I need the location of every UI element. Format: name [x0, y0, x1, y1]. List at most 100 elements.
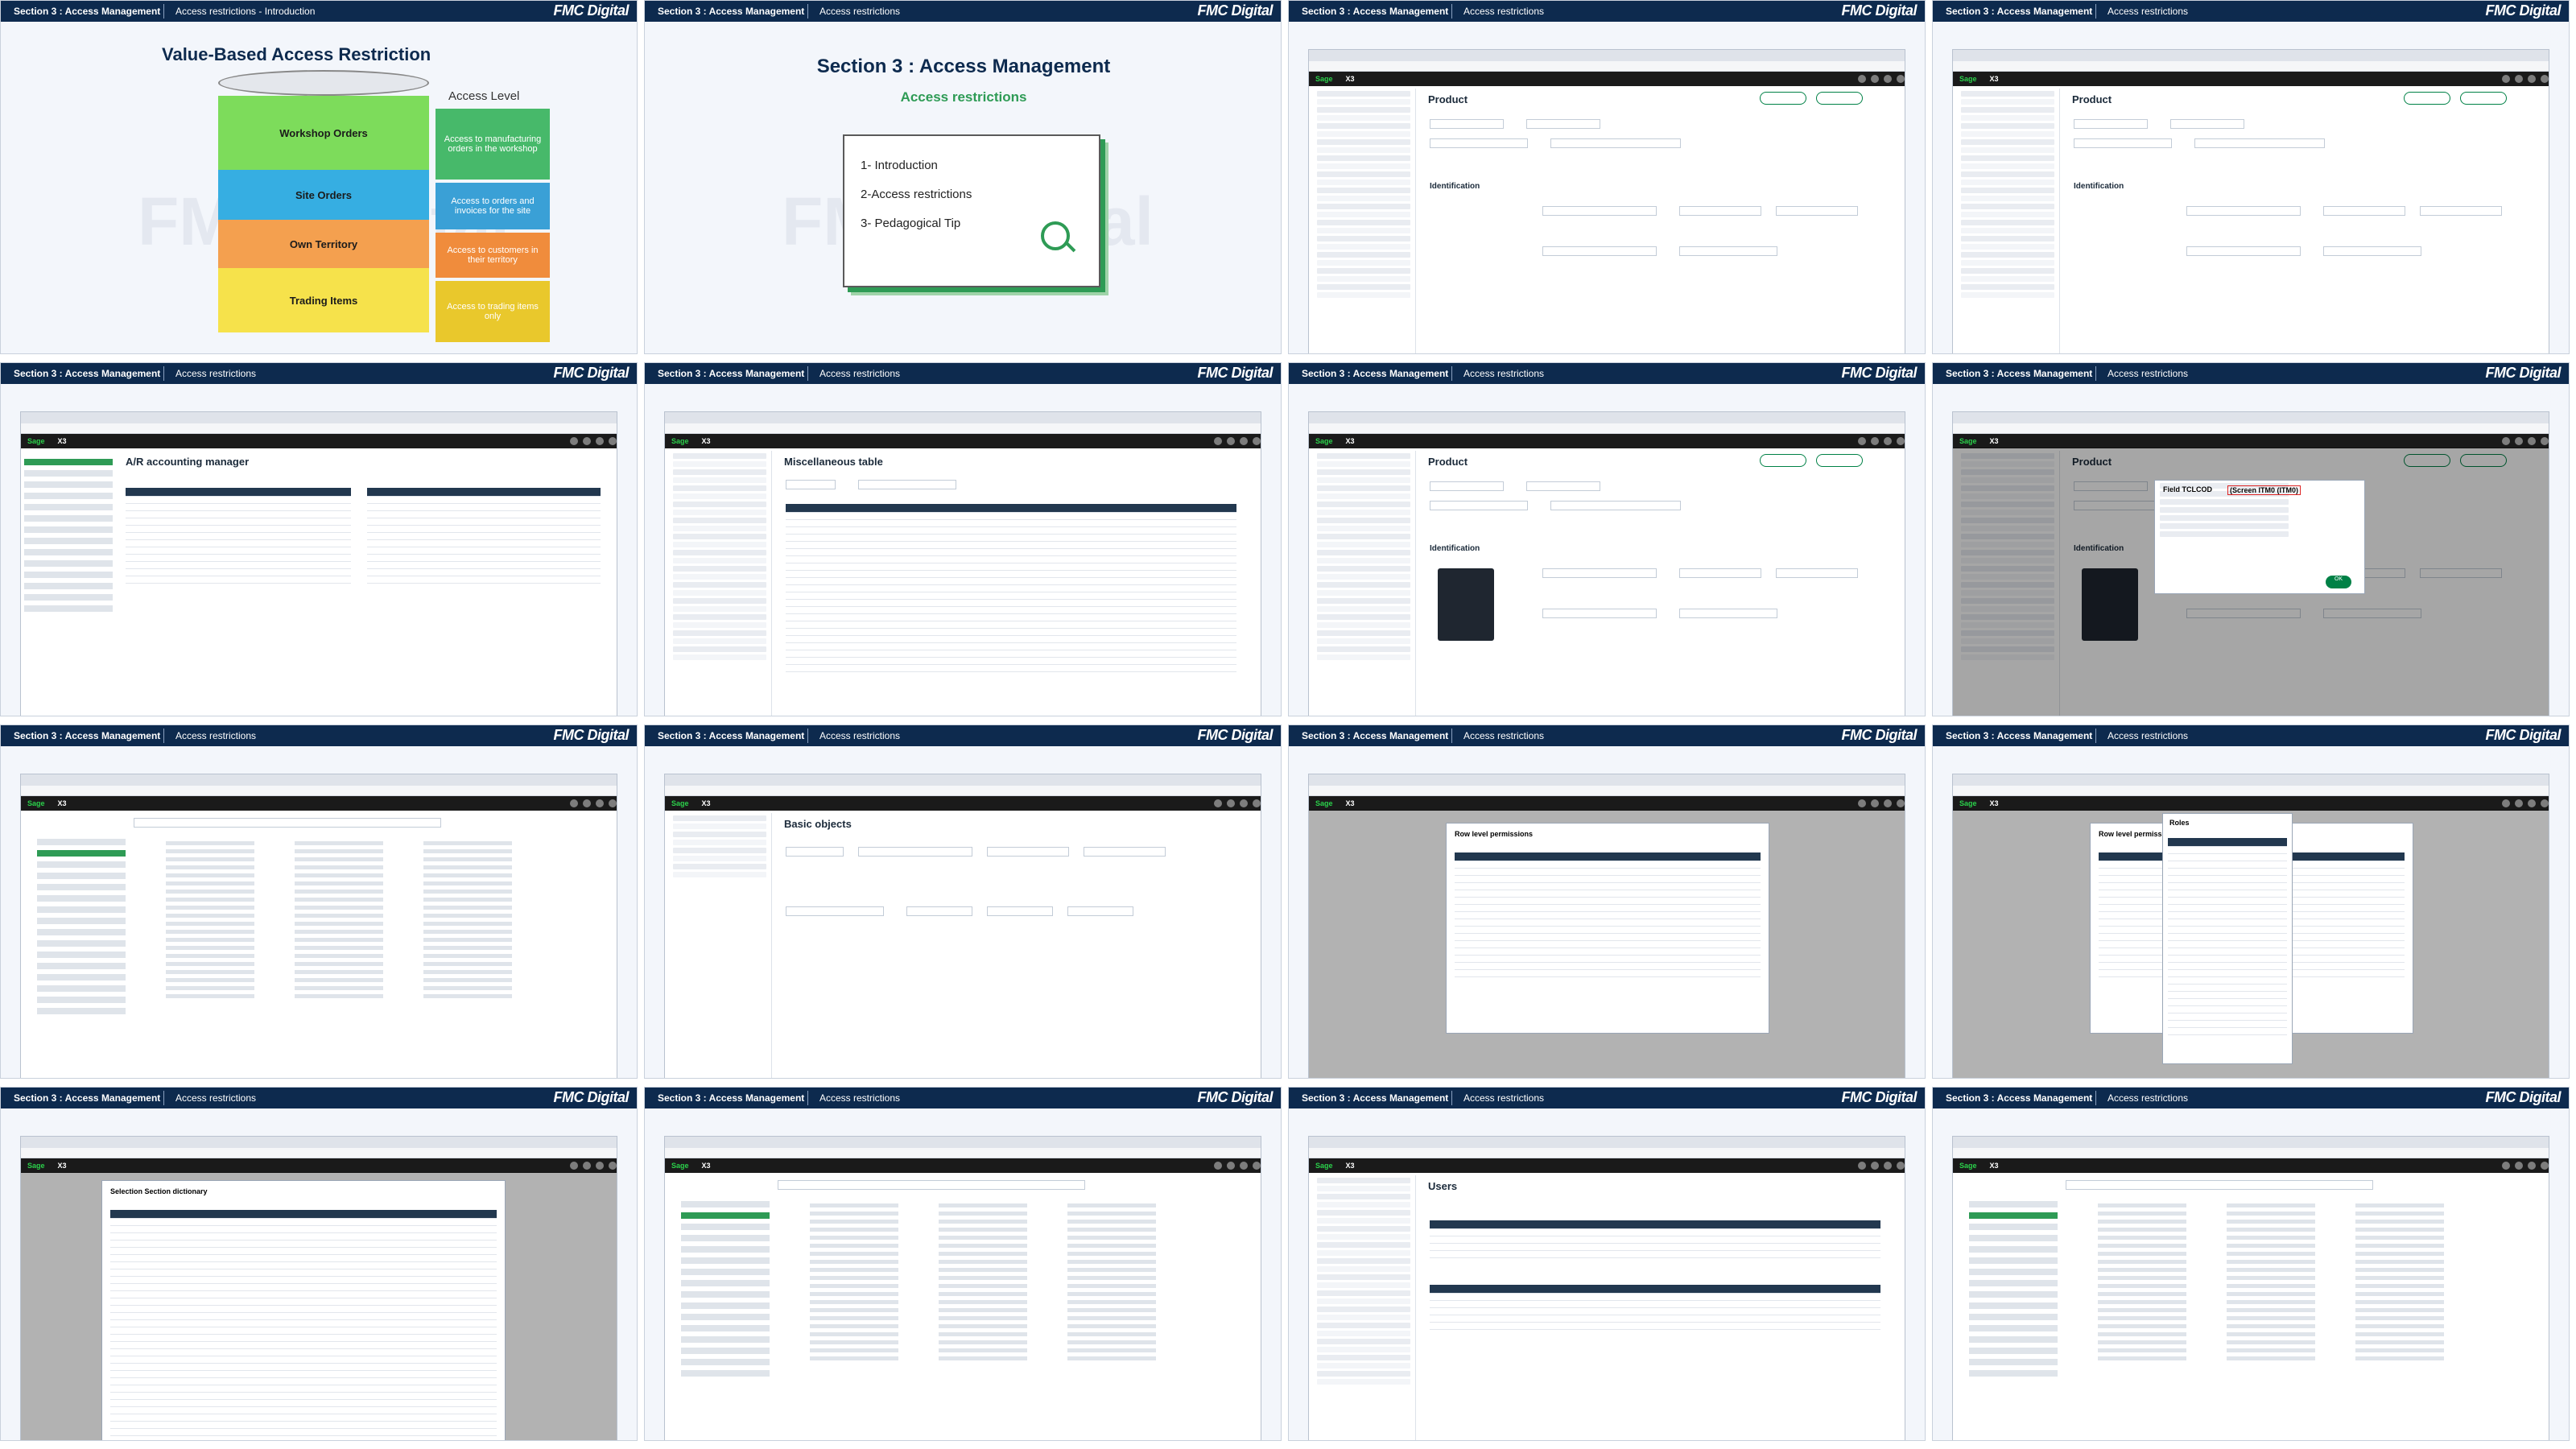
- home-icon[interactable]: [570, 437, 578, 445]
- menu-link[interactable]: [166, 906, 254, 910]
- input-field[interactable]: [1542, 609, 1657, 618]
- menu-link[interactable]: [423, 994, 512, 998]
- menu-link[interactable]: [166, 890, 254, 894]
- star-icon[interactable]: [1871, 799, 1879, 807]
- slide-thumbnail[interactable]: Section 3 : Access Management Access res…: [1288, 1087, 1926, 1441]
- list-item[interactable]: [1317, 115, 1410, 121]
- table-row[interactable]: [2168, 985, 2287, 992]
- list-item[interactable]: [673, 590, 766, 596]
- menu-link[interactable]: [2227, 1220, 2315, 1224]
- list-item[interactable]: [1961, 99, 2054, 105]
- nav-item[interactable]: [37, 952, 126, 958]
- list-item[interactable]: [1317, 1186, 1410, 1191]
- nav-item[interactable]: [37, 895, 126, 902]
- home-icon[interactable]: [1214, 799, 1222, 807]
- list-item[interactable]: [1317, 630, 1410, 636]
- menu-link[interactable]: [2355, 1212, 2444, 1216]
- slide-thumbnail[interactable]: Section 3 : Access Management Access res…: [644, 0, 1282, 354]
- menu-link[interactable]: [1067, 1252, 1156, 1256]
- list-item[interactable]: [1961, 139, 2054, 145]
- list-item[interactable]: [1317, 1298, 1410, 1304]
- table-row[interactable]: [110, 1378, 497, 1385]
- table-row[interactable]: [786, 607, 1236, 614]
- table-row[interactable]: [786, 600, 1236, 607]
- input-field[interactable]: [2186, 246, 2301, 256]
- input-field[interactable]: [858, 480, 956, 489]
- menu-link[interactable]: [939, 1340, 1027, 1344]
- search-icon[interactable]: [1253, 437, 1261, 445]
- nav-item[interactable]: [1969, 1269, 2058, 1275]
- menu-link[interactable]: [2098, 1220, 2186, 1224]
- nav-item[interactable]: [24, 493, 113, 499]
- table-row[interactable]: [2168, 956, 2287, 963]
- menu-link[interactable]: [2355, 1236, 2444, 1240]
- table-row[interactable]: [1455, 963, 1761, 970]
- list-item[interactable]: [1317, 244, 1410, 250]
- input-field[interactable]: [1430, 119, 1504, 129]
- slide-thumbnail[interactable]: Section 3 : Access Management Access res…: [1932, 1087, 2570, 1441]
- menu-link[interactable]: [295, 938, 383, 942]
- input-field[interactable]: [778, 1180, 1085, 1190]
- nav-item[interactable]: [37, 839, 126, 845]
- menu-link[interactable]: [423, 857, 512, 861]
- menu-link[interactable]: [295, 986, 383, 990]
- list-item[interactable]: [1317, 188, 1410, 193]
- menu-link[interactable]: [166, 873, 254, 877]
- menu-link[interactable]: [2098, 1228, 2186, 1232]
- input-field[interactable]: [906, 906, 972, 916]
- list-item[interactable]: [1961, 155, 2054, 161]
- star-icon[interactable]: [2515, 437, 2523, 445]
- menu-link[interactable]: [2227, 1268, 2315, 1272]
- input-field[interactable]: [1776, 206, 1858, 216]
- menu-link[interactable]: [166, 881, 254, 886]
- input-field[interactable]: [2323, 246, 2421, 256]
- menu-link[interactable]: [166, 857, 254, 861]
- list-item[interactable]: [1317, 606, 1410, 612]
- menu-link[interactable]: [295, 962, 383, 966]
- table-row[interactable]: [110, 1313, 497, 1320]
- menu-link[interactable]: [2355, 1276, 2444, 1280]
- browser-tab-bar[interactable]: [1309, 412, 1905, 423]
- list-item[interactable]: [673, 510, 766, 515]
- table-row[interactable]: [786, 549, 1236, 556]
- menu-link[interactable]: [2227, 1228, 2315, 1232]
- input-field[interactable]: [987, 906, 1053, 916]
- slide-thumbnail[interactable]: Section 3 : Access Management Access res…: [1932, 0, 2570, 354]
- input-field[interactable]: [2170, 119, 2244, 129]
- slide-thumbnail[interactable]: Section 3 : Access Management Access res…: [1288, 362, 1926, 716]
- left-list-panel[interactable]: [1956, 89, 2060, 353]
- list-item[interactable]: [1317, 1331, 1410, 1336]
- list-item[interactable]: [673, 622, 766, 628]
- nav-item[interactable]: [681, 1370, 770, 1377]
- nav-item[interactable]: [1969, 1302, 2058, 1309]
- slide-thumbnail[interactable]: Section 3 : Access Management Access res…: [1288, 724, 1926, 1079]
- input-field[interactable]: [2420, 206, 2502, 216]
- address-bar[interactable]: [1309, 423, 1905, 434]
- nav-item[interactable]: [24, 605, 113, 612]
- input-field[interactable]: [987, 847, 1069, 857]
- nav-item[interactable]: [681, 1325, 770, 1331]
- menu-link[interactable]: [939, 1203, 1027, 1208]
- home-icon[interactable]: [1858, 437, 1866, 445]
- menu-link[interactable]: [2098, 1340, 2186, 1344]
- home-icon[interactable]: [2502, 437, 2510, 445]
- list-item[interactable]: [673, 558, 766, 564]
- input-field[interactable]: [1430, 481, 1504, 491]
- browser-tab-bar[interactable]: [1309, 774, 1905, 786]
- menu-link[interactable]: [2227, 1324, 2315, 1328]
- input-field[interactable]: [134, 818, 441, 828]
- nav-item[interactable]: [1969, 1314, 2058, 1320]
- table-row[interactable]: [786, 592, 1236, 600]
- menu-link[interactable]: [423, 898, 512, 902]
- search-icon[interactable]: [2541, 437, 2549, 445]
- list-item[interactable]: [1961, 236, 2054, 242]
- list-item[interactable]: [1317, 461, 1410, 467]
- table-row[interactable]: [126, 497, 351, 504]
- nav-item[interactable]: [37, 997, 126, 1003]
- table-row[interactable]: [2168, 970, 2287, 977]
- nav-item[interactable]: [681, 1235, 770, 1241]
- help-icon[interactable]: [2528, 1162, 2536, 1170]
- list-item[interactable]: [1317, 638, 1410, 644]
- table-row[interactable]: [786, 571, 1236, 578]
- list-item[interactable]: [1317, 155, 1410, 161]
